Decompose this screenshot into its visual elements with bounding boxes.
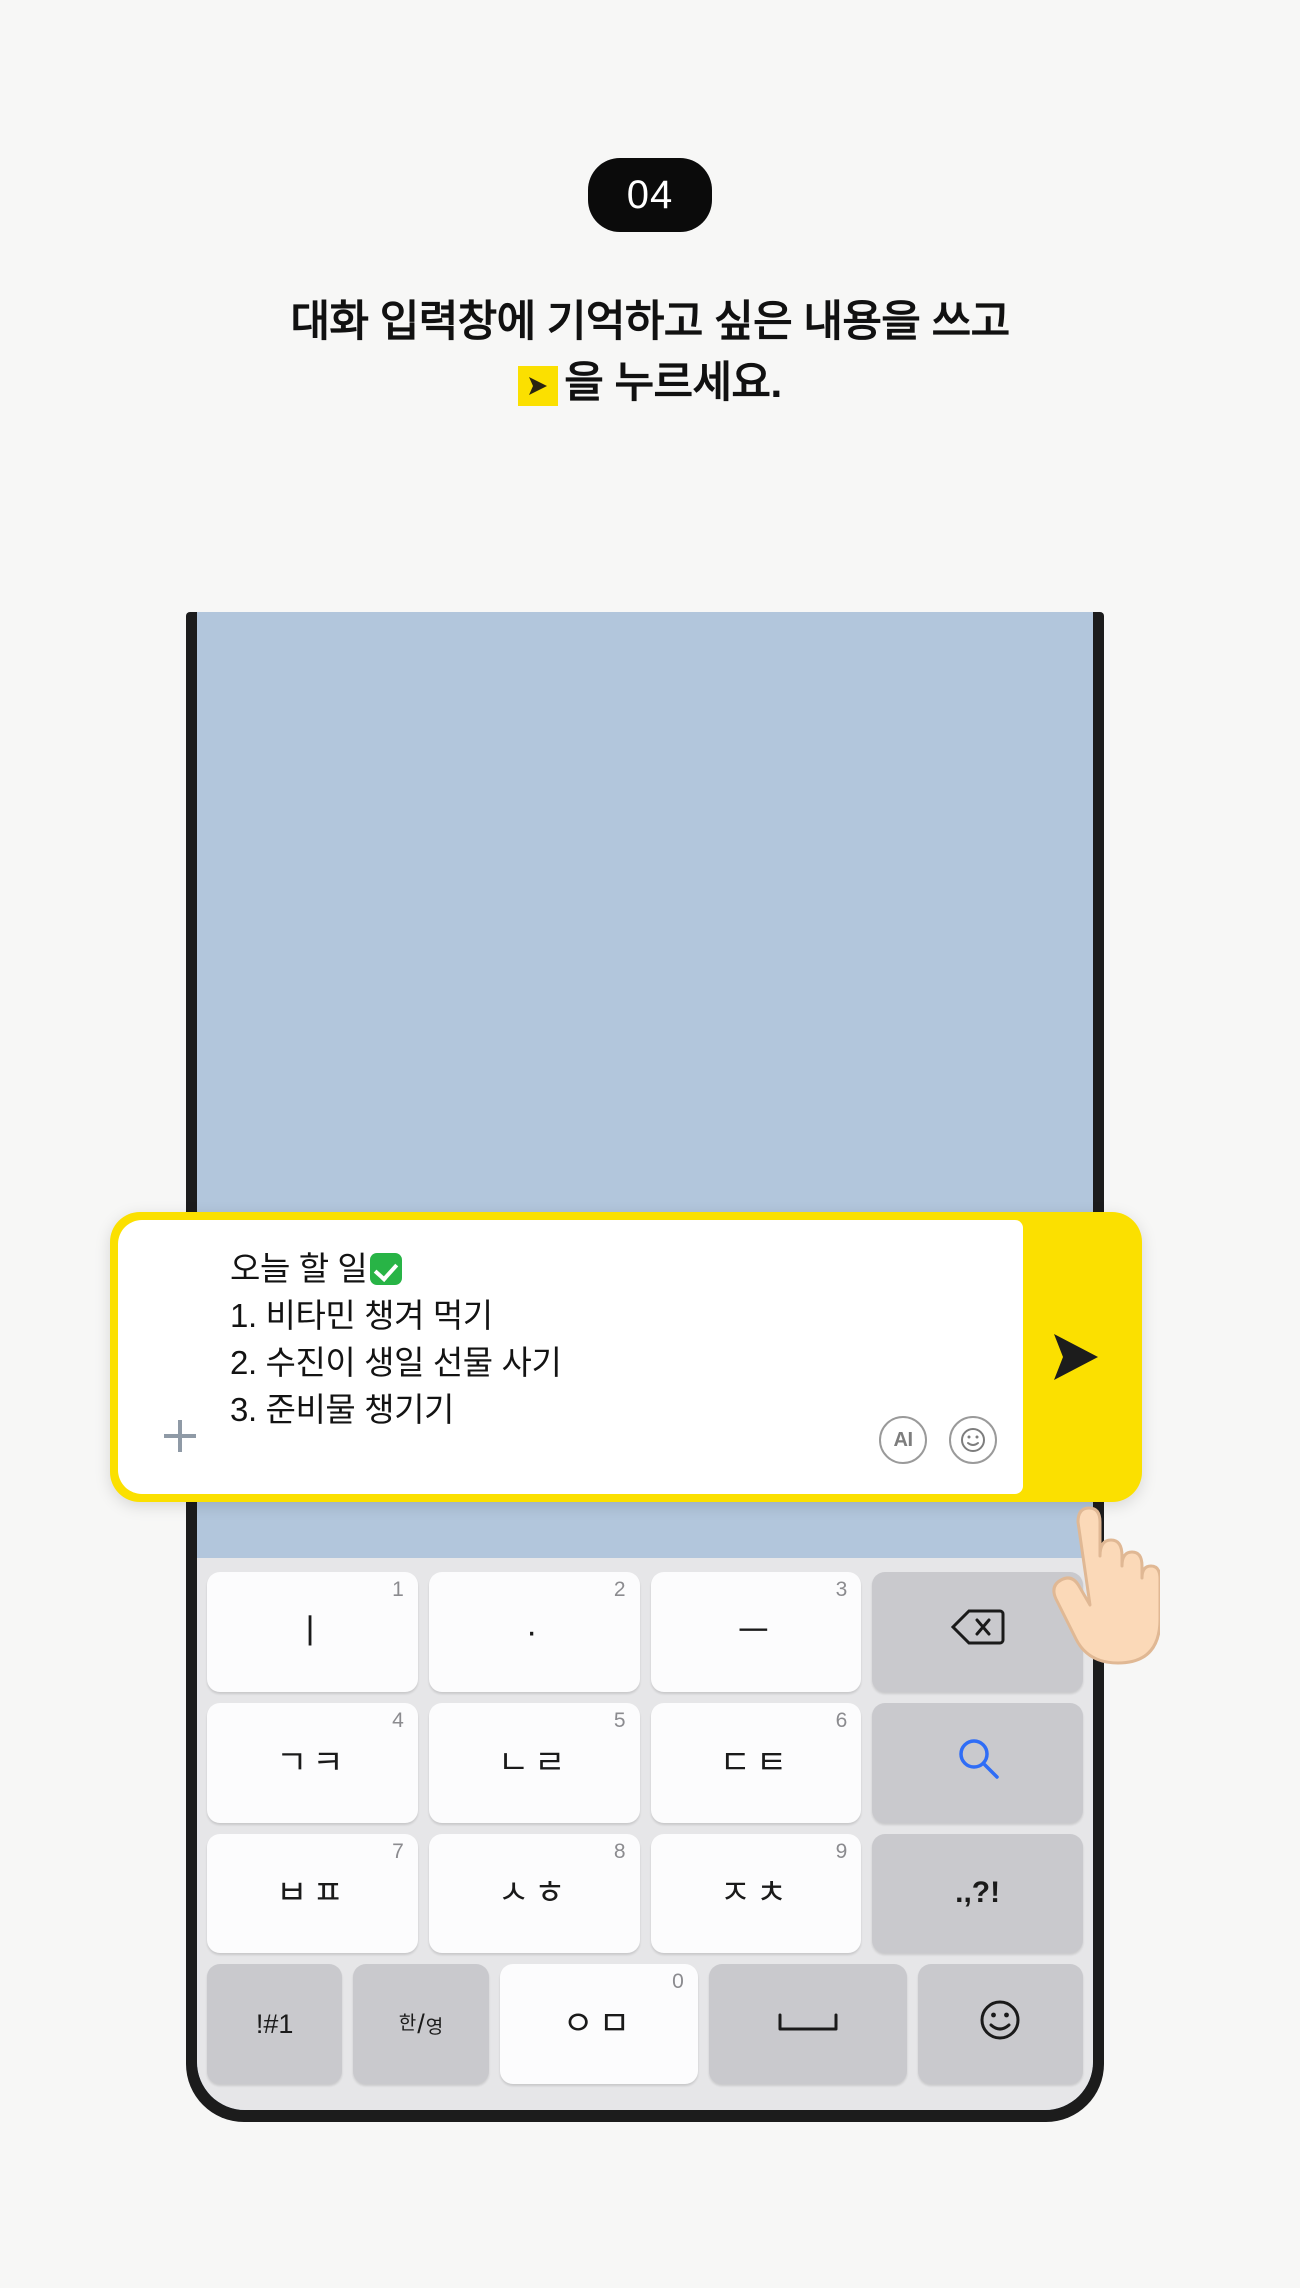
chat-input-field[interactable]: 오늘 할 일 1. 비타민 챙겨 먹기 2. 수진이 생일 선물 사기 3. 준…: [118, 1220, 1023, 1494]
key-punctuation[interactable]: .,?!: [872, 1833, 1083, 1954]
key-number: 9: [835, 1839, 848, 1863]
keyboard-row: 1 ㅣ 2 · 3 ㅡ: [207, 1572, 1083, 1692]
key-label: ㅂㅍ: [276, 1874, 349, 1913]
emoji-icon: [976, 1996, 1024, 2053]
ai-button-label: AI: [893, 1428, 914, 1451]
key-digeut-tieut[interactable]: 6 ㄷㅌ: [650, 1702, 862, 1823]
heading-line-1: 대화 입력창에 기억하고 싶은 내용을 쓰고: [290, 298, 1010, 346]
key-number: 0: [672, 1970, 684, 1994]
message-line-text: 오늘 할 일: [230, 1250, 368, 1287]
key-number: 7: [392, 1839, 404, 1863]
key-number: 1: [392, 1578, 404, 1601]
key-dot[interactable]: 2 ·: [428, 1572, 640, 1692]
key-label: ·: [525, 1612, 543, 1651]
key-label: ㄴㄹ: [497, 1743, 571, 1782]
key-lang-toggle[interactable]: 한 / 영: [353, 1964, 489, 2084]
heading-line-2: 을 누르세요.: [0, 353, 1300, 414]
ai-button[interactable]: AI: [879, 1416, 927, 1464]
message-line: 1. 비타민 챙겨 먹기: [230, 1296, 493, 1334]
key-label: ㅣ: [294, 1612, 331, 1651]
key-number: 2: [613, 1578, 626, 1601]
keyboard-row: 7 ㅂㅍ 8 ㅅㅎ 9 ㅈㅊ .,?!: [207, 1833, 1083, 1954]
key-number: 6: [835, 1708, 848, 1732]
key-label: 한 / 영: [398, 2008, 444, 2039]
step-badge: 04: [588, 158, 712, 232]
keyboard-row: 4 ㄱㅋ 5 ㄴㄹ 6 ㄷㅌ: [207, 1702, 1083, 1823]
chat-input-text: 오늘 할 일 1. 비타민 챙겨 먹기 2. 수진이 생일 선물 사기 3. 준…: [230, 1246, 853, 1433]
key-jieut-chieut[interactable]: 9 ㅈㅊ: [650, 1833, 862, 1954]
backspace-icon: [950, 1607, 1005, 1656]
key-giyeok-kieuk[interactable]: 4 ㄱㅋ: [207, 1702, 418, 1823]
page-title: 대화 입력창에 기억하고 싶은 내용을 쓰고 을 누르세요.: [0, 292, 1300, 414]
key-bieup-pieup[interactable]: 7 ㅂㅍ: [207, 1833, 418, 1954]
key-i[interactable]: 1 ㅣ: [207, 1572, 418, 1692]
key-label: ㅇㅁ: [562, 2005, 636, 2044]
korean-keyboard: 1 ㅣ 2 · 3 ㅡ 4 ㄱㅋ 5 ㄴㄹ 6 ㄷㅌ 7 ㅂㅍ 8 ㅅㅎ 9 ㅈ…: [197, 1558, 1093, 2110]
hand-cursor-icon: [1048, 1472, 1160, 1672]
emoji-button[interactable]: [949, 1416, 997, 1464]
onboarding-step-page: 04 대화 입력창에 기억하고 싶은 내용을 쓰고 을 누르세요. 1 ㅣ 2 …: [0, 0, 1300, 2288]
message-line: 2. 수진이 생일 선물 사기: [230, 1343, 562, 1381]
message-line: 3. 준비물 챙기기: [230, 1390, 455, 1428]
key-number: 4: [392, 1708, 404, 1732]
key-label: ㅡ: [737, 1612, 775, 1651]
key-label: ㄷㅌ: [719, 1743, 793, 1782]
key-space[interactable]: [708, 1964, 907, 2084]
step-number: 04: [626, 173, 674, 217]
key-symbols[interactable]: !#1: [207, 1964, 343, 2084]
send-icon: [518, 365, 559, 406]
key-label: ㄱㅋ: [276, 1743, 349, 1782]
chat-input-bubble[interactable]: 오늘 할 일 1. 비타민 챙겨 먹기 2. 수진이 생일 선물 사기 3. 준…: [110, 1212, 1142, 1502]
send-button[interactable]: [1042, 1324, 1108, 1390]
keyboard-row: !#1 한 / 영 0 ㅇㅁ: [207, 1964, 1083, 2084]
input-action-buttons: AI: [879, 1416, 997, 1464]
key-nieun-rieul[interactable]: 5 ㄴㄹ: [428, 1702, 640, 1823]
key-eu[interactable]: 3 ㅡ: [650, 1572, 862, 1692]
key-label: !#1: [255, 2008, 294, 2039]
search-icon: [954, 1734, 1002, 1791]
key-number: 5: [613, 1708, 626, 1732]
key-ieung-mieum[interactable]: 0 ㅇㅁ: [499, 1964, 698, 2084]
key-label: ㅈㅊ: [719, 1874, 793, 1913]
space-icon: [776, 2005, 840, 2044]
key-number: 8: [613, 1839, 626, 1863]
plus-icon[interactable]: [158, 1414, 202, 1458]
key-search[interactable]: [872, 1702, 1083, 1823]
chat-message-area: [197, 612, 1093, 1252]
key-label: ㅅㅎ: [497, 1874, 571, 1913]
key-emoji[interactable]: [917, 1964, 1083, 2084]
white-check-mark-icon: [370, 1253, 403, 1285]
key-siot-hieut[interactable]: 8 ㅅㅎ: [428, 1833, 640, 1954]
key-label: .,?!: [955, 1876, 1001, 1910]
key-number: 3: [835, 1578, 848, 1601]
message-line: 오늘 할 일: [230, 1246, 853, 1293]
heading-line-2-text: 을 누르세요.: [564, 359, 782, 408]
